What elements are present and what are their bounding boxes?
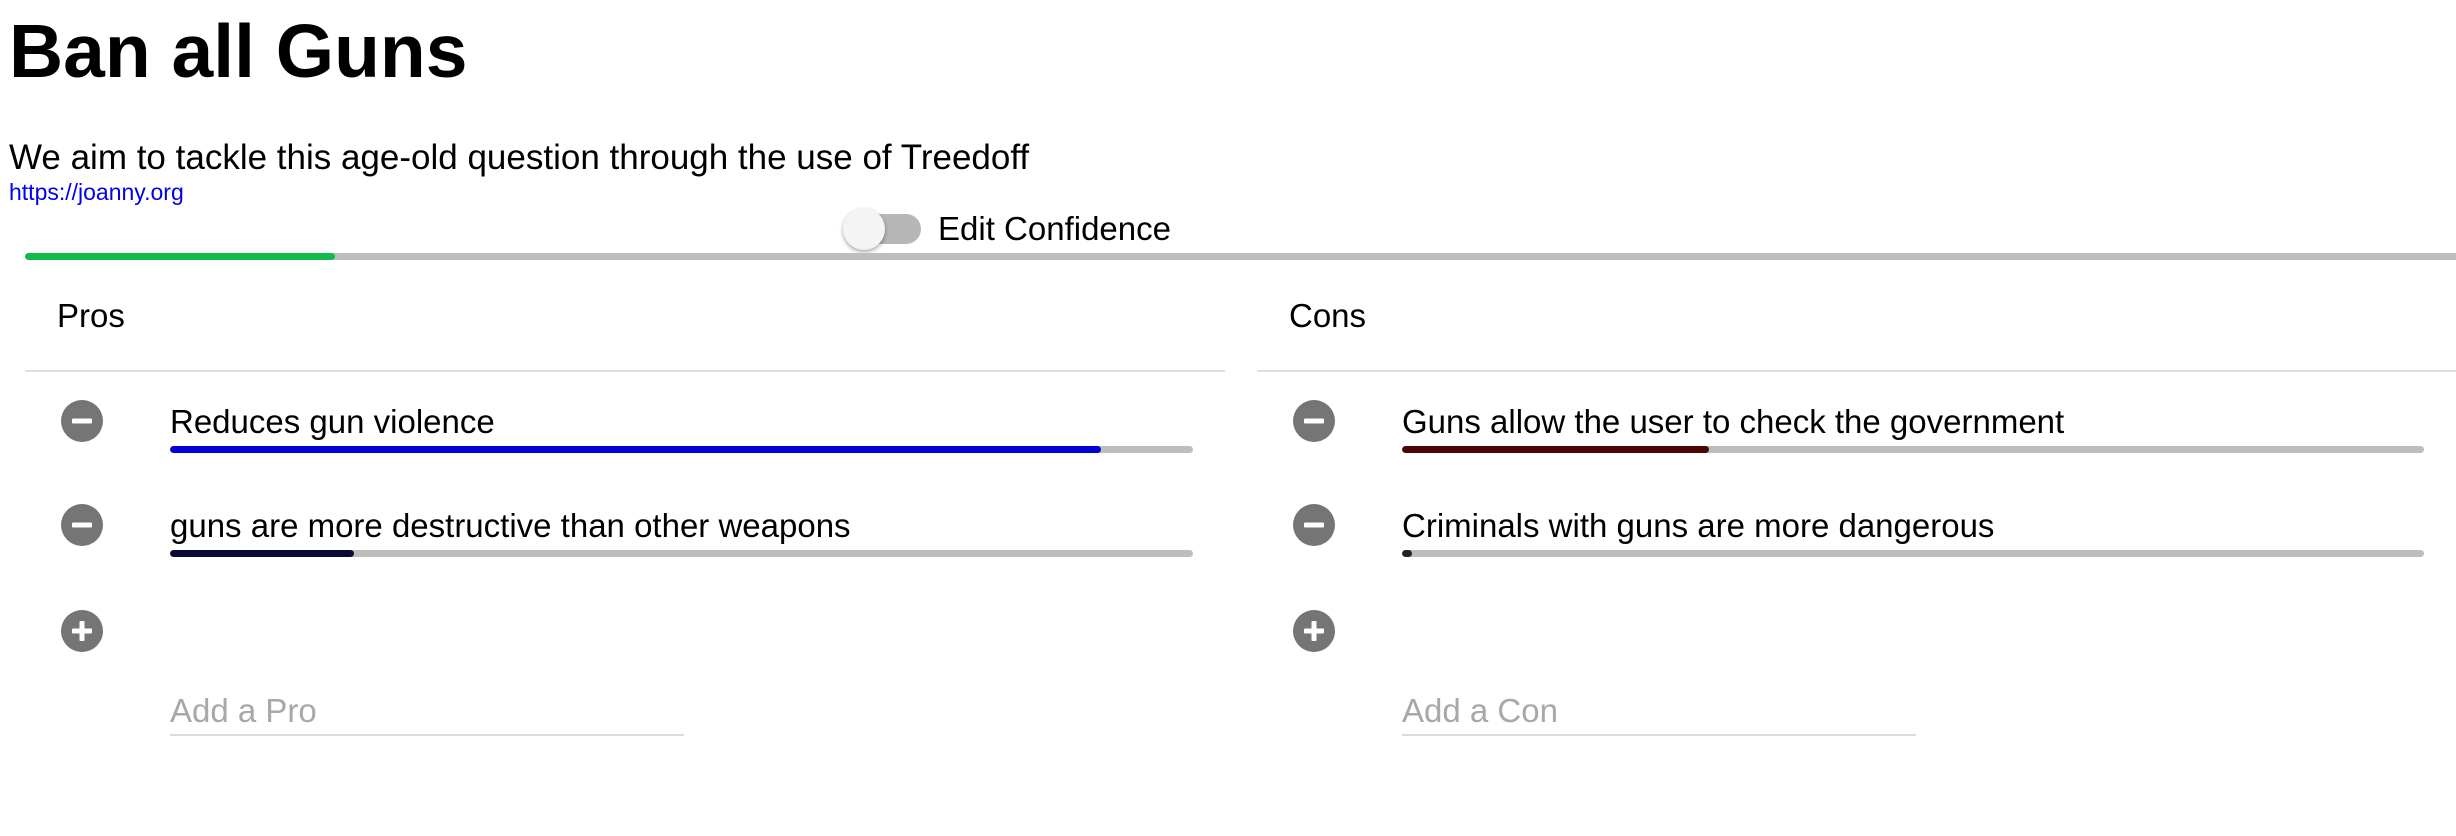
con-item-text[interactable]: Criminals with guns are more dangerous: [1402, 504, 1994, 548]
pro-item: Reduces gun violence: [25, 400, 1225, 470]
add-pro-button[interactable]: [61, 610, 103, 652]
pro-confidence-bar[interactable]: [170, 446, 1193, 453]
plus-circle-icon: [1304, 621, 1324, 641]
minus-circle-icon: [1304, 522, 1324, 528]
cons-column: Cons Guns allow the user to check the go…: [1257, 262, 2456, 736]
edit-confidence-toggle[interactable]: Edit Confidence: [843, 207, 1171, 251]
pro-item-text[interactable]: Reduces gun violence: [170, 400, 495, 444]
remove-pro-button[interactable]: [61, 504, 103, 546]
overall-confidence-bar: [25, 253, 2456, 260]
pros-header: Pros: [25, 262, 1225, 372]
pro-confidence-bar[interactable]: [170, 550, 1193, 557]
remove-con-button[interactable]: [1293, 504, 1335, 546]
overall-confidence-fill: [25, 253, 336, 260]
plus-circle-icon: [72, 621, 92, 641]
con-item: Guns allow the user to check the governm…: [1257, 400, 2456, 470]
page: Ban all Guns We aim to tackle this age-o…: [0, 0, 2456, 836]
page-title: Ban all Guns: [9, 9, 468, 93]
con-confidence-fill: [1402, 550, 1413, 557]
pro-item-text[interactable]: guns are more destructive than other wea…: [170, 504, 851, 548]
pro-confidence-fill: [170, 446, 1101, 453]
cons-header: Cons: [1257, 262, 2456, 372]
pro-confidence-fill: [170, 550, 355, 557]
remove-pro-button[interactable]: [61, 400, 103, 442]
con-item: Criminals with guns are more dangerous: [1257, 504, 2456, 574]
add-pro-input[interactable]: [170, 688, 684, 736]
minus-circle-icon: [72, 522, 92, 528]
pros-column: Pros Reduces gun violence guns are more …: [25, 262, 1225, 736]
minus-circle-icon: [1304, 418, 1324, 424]
con-confidence-bar[interactable]: [1402, 446, 2424, 453]
minus-circle-icon: [72, 418, 92, 424]
toggle-track[interactable]: [843, 208, 921, 250]
source-link[interactable]: https://joanny.org: [9, 178, 184, 206]
con-confidence-fill: [1402, 446, 1709, 453]
add-con-button[interactable]: [1293, 610, 1335, 652]
pro-item: guns are more destructive than other wea…: [25, 504, 1225, 574]
con-confidence-bar[interactable]: [1402, 550, 2424, 557]
toggle-label: Edit Confidence: [938, 210, 1171, 247]
con-item-text[interactable]: Guns allow the user to check the governm…: [1402, 400, 2064, 444]
add-con-input[interactable]: [1402, 688, 1916, 736]
page-subtitle: We aim to tackle this age-old question t…: [9, 138, 1030, 177]
toggle-thumb[interactable]: [843, 208, 885, 250]
remove-con-button[interactable]: [1293, 400, 1335, 442]
